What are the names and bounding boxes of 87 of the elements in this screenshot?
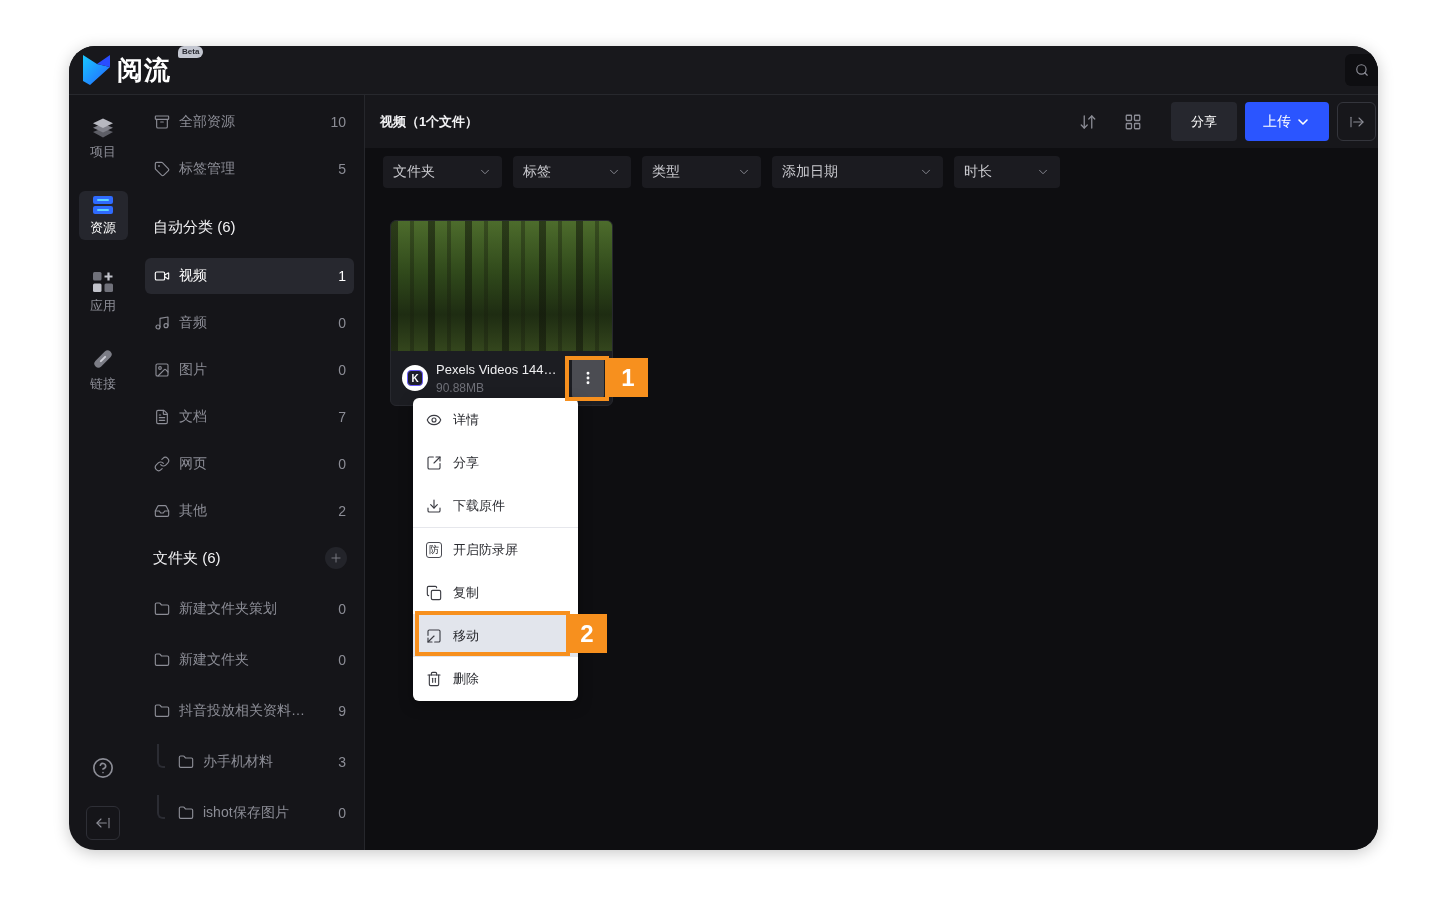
file-name: Pexels Videos 144… [436, 360, 558, 379]
trash-icon [426, 670, 442, 687]
rail-nav-item[interactable]: 项目 [78, 114, 128, 163]
document-icon [154, 409, 170, 425]
music-note-icon [154, 315, 170, 331]
sidebar-item[interactable]: 文档 7 [145, 399, 354, 435]
item-count: 0 [338, 652, 346, 668]
sidebar-item[interactable]: 抖音投放相关资料… 9 [145, 693, 354, 729]
item-count: 0 [338, 362, 346, 378]
more-button[interactable] [572, 358, 604, 398]
section-title: 文件夹 (6) [153, 548, 221, 568]
item-count: 3 [338, 754, 346, 770]
sidebar-item[interactable]: 标签管理 5 [145, 151, 354, 187]
menu-item[interactable]: 复制 [413, 571, 578, 614]
item-count: 2 [338, 503, 346, 519]
sidebar-item[interactable]: 其他 2 [145, 493, 354, 529]
callout-badge: 2 [567, 614, 607, 653]
callout-badge: 1 [608, 358, 648, 397]
collapse-sidebar-button[interactable] [86, 806, 120, 840]
stacked-bars-icon [93, 196, 113, 214]
share-button[interactable]: 分享 [1171, 102, 1237, 141]
folder-icon [154, 601, 170, 617]
menu-item[interactable]: 下载原件 [413, 484, 578, 527]
page-title: 视频（1个文件） [380, 112, 479, 131]
beta-badge: Beta [178, 46, 204, 58]
subfolder-item[interactable]: ishot保存图片 0 [145, 795, 354, 831]
link-icon [154, 456, 170, 472]
archive-box-icon [154, 114, 170, 130]
sidebar-item[interactable]: 图片 0 [145, 352, 354, 388]
tree-connector [157, 744, 165, 768]
item-count: 0 [338, 456, 346, 472]
item-count: 7 [338, 409, 346, 425]
sidebar-item[interactable]: 新建文件夹 0 [145, 642, 354, 678]
upload-button[interactable]: 上传 [1245, 102, 1329, 141]
item-count: 10 [330, 114, 346, 130]
video-camera-icon [154, 268, 170, 284]
sidebar-item[interactable]: 网页 0 [145, 446, 354, 482]
filter-dropdown[interactable]: 文件夹 [383, 156, 502, 188]
sidebar-item[interactable]: 视频 1 [145, 258, 354, 294]
help-icon [92, 757, 114, 779]
plus-icon [329, 551, 343, 565]
apps-grid-icon [93, 272, 113, 292]
image-icon [154, 362, 170, 378]
file-card[interactable]: K Pexels Videos 144… 90.88MB [390, 220, 613, 406]
screen-guard-badge: 防 [426, 541, 442, 558]
rail-nav-item[interactable]: 链接 [78, 345, 128, 394]
download-icon [426, 497, 442, 514]
subfolder-item[interactable]: 办手机材料 3 [145, 744, 354, 780]
menu-item[interactable]: 分享 [413, 441, 578, 484]
filter-dropdown[interactable]: 类型 [642, 156, 761, 188]
filter-dropdown[interactable]: 时长 [954, 156, 1060, 188]
external-link-icon [426, 454, 442, 471]
sort-arrows-icon [1079, 112, 1097, 131]
item-count: 1 [338, 268, 346, 284]
item-count: 0 [338, 601, 346, 617]
filter-dropdown[interactable]: 添加日期 [772, 156, 943, 188]
folder-icon [154, 703, 170, 719]
rail-nav-item[interactable]: 资源 [78, 191, 128, 240]
inbox-tray-icon [154, 503, 170, 519]
folder-icon [178, 805, 194, 821]
app-name: 阅流 [117, 53, 171, 87]
filter-dropdown[interactable]: 标签 [513, 156, 631, 188]
menu-item[interactable]: 删除 [413, 657, 578, 700]
item-count: 5 [338, 161, 346, 177]
section-title: 自动分类 (6) [153, 217, 236, 237]
sidebar-item[interactable]: 全部资源 10 [145, 104, 354, 140]
item-count: 0 [338, 315, 346, 331]
item-count: 9 [338, 703, 346, 719]
move-icon [426, 627, 442, 644]
layers-icon [92, 118, 114, 138]
tag-icon [154, 161, 170, 177]
folder-icon [154, 652, 170, 668]
file-size: 90.88MB [436, 380, 486, 396]
help-button[interactable] [92, 757, 114, 779]
search-button[interactable] [1345, 54, 1378, 86]
search-icon [1354, 63, 1369, 77]
item-count: 0 [338, 805, 346, 821]
menu-item[interactable]: 防 开启防录屏 [413, 528, 578, 571]
sidebar-item[interactable]: 音频 0 [145, 305, 354, 341]
logo-icon [83, 55, 110, 85]
rail-nav-item[interactable]: 应用 [78, 268, 128, 317]
copy-icon [426, 584, 442, 601]
grid-icon [1124, 112, 1142, 131]
sidebar-item[interactable]: 新建文件夹策划 0 [145, 591, 354, 627]
folder-icon [178, 754, 194, 770]
source-badge: K [402, 365, 428, 391]
tree-connector [157, 795, 165, 819]
